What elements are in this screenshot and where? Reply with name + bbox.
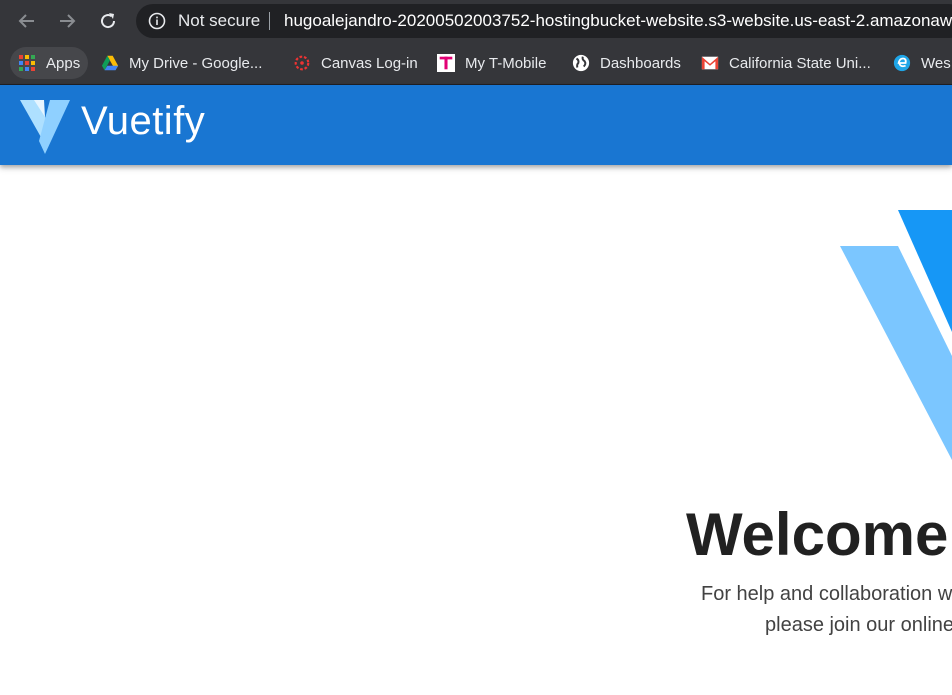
bookmark-label: My Drive - Google... <box>129 54 263 72</box>
info-icon[interactable] <box>148 12 166 30</box>
bookmark-california-state[interactable]: California State Uni... <box>701 47 871 79</box>
edge-icon <box>893 54 911 72</box>
bookmark-label: Dashboards <box>600 54 681 72</box>
browser-toolbar: Not secure hugoalejandro-20200502003752-… <box>0 0 952 42</box>
canvas-icon <box>294 55 310 71</box>
reload-icon <box>101 13 116 29</box>
divider <box>269 12 270 30</box>
vuetify-logo-icon <box>20 100 70 154</box>
bookmark-my-drive[interactable]: My Drive - Google... <box>101 47 262 79</box>
bookmark-label: My T-Mobile <box>465 54 547 72</box>
google-drive-icon <box>101 55 119 71</box>
help-text-line-2: please join our online <box>765 614 952 636</box>
bookmark-wes[interactable]: Wes <box>893 47 951 79</box>
app-bar: Vuetify <box>0 85 952 165</box>
help-text-line-1: For help and collaboration w <box>701 583 952 605</box>
vuetify-hero-logo <box>840 210 952 460</box>
back-button[interactable] <box>13 7 41 35</box>
bookmark-dashboards[interactable]: Dashboards <box>572 47 681 79</box>
reload-button[interactable] <box>94 7 122 35</box>
url-text[interactable]: hugoalejandro-20200502003752-hostingbuck… <box>284 4 952 38</box>
bookmark-canvas[interactable]: Canvas Log-in <box>293 47 418 79</box>
gmail-icon <box>701 56 719 70</box>
bookmark-label: California State Uni... <box>729 54 871 72</box>
app-title: Vuetify <box>81 99 206 143</box>
apps-grid-icon <box>19 55 35 71</box>
bookmarks-bar: Apps My Drive - Google... Canvas Log-in … <box>0 42 952 85</box>
arrow-right-icon <box>60 14 76 28</box>
globe-icon <box>572 54 590 72</box>
bookmark-label: Apps <box>46 54 81 72</box>
bookmark-label: Wes <box>921 54 951 72</box>
t-mobile-icon <box>437 54 455 72</box>
arrow-left-icon <box>18 14 34 28</box>
bookmark-label: Canvas Log-in <box>321 54 418 72</box>
forward-button[interactable] <box>53 7 81 35</box>
security-status[interactable]: Not secure <box>178 4 260 38</box>
bookmark-apps[interactable]: Apps <box>10 47 89 79</box>
address-bar[interactable]: Not secure hugoalejandro-20200502003752-… <box>136 4 952 38</box>
bookmark-t-mobile[interactable]: My T-Mobile <box>437 47 546 79</box>
welcome-heading: Welcome t <box>686 501 952 568</box>
